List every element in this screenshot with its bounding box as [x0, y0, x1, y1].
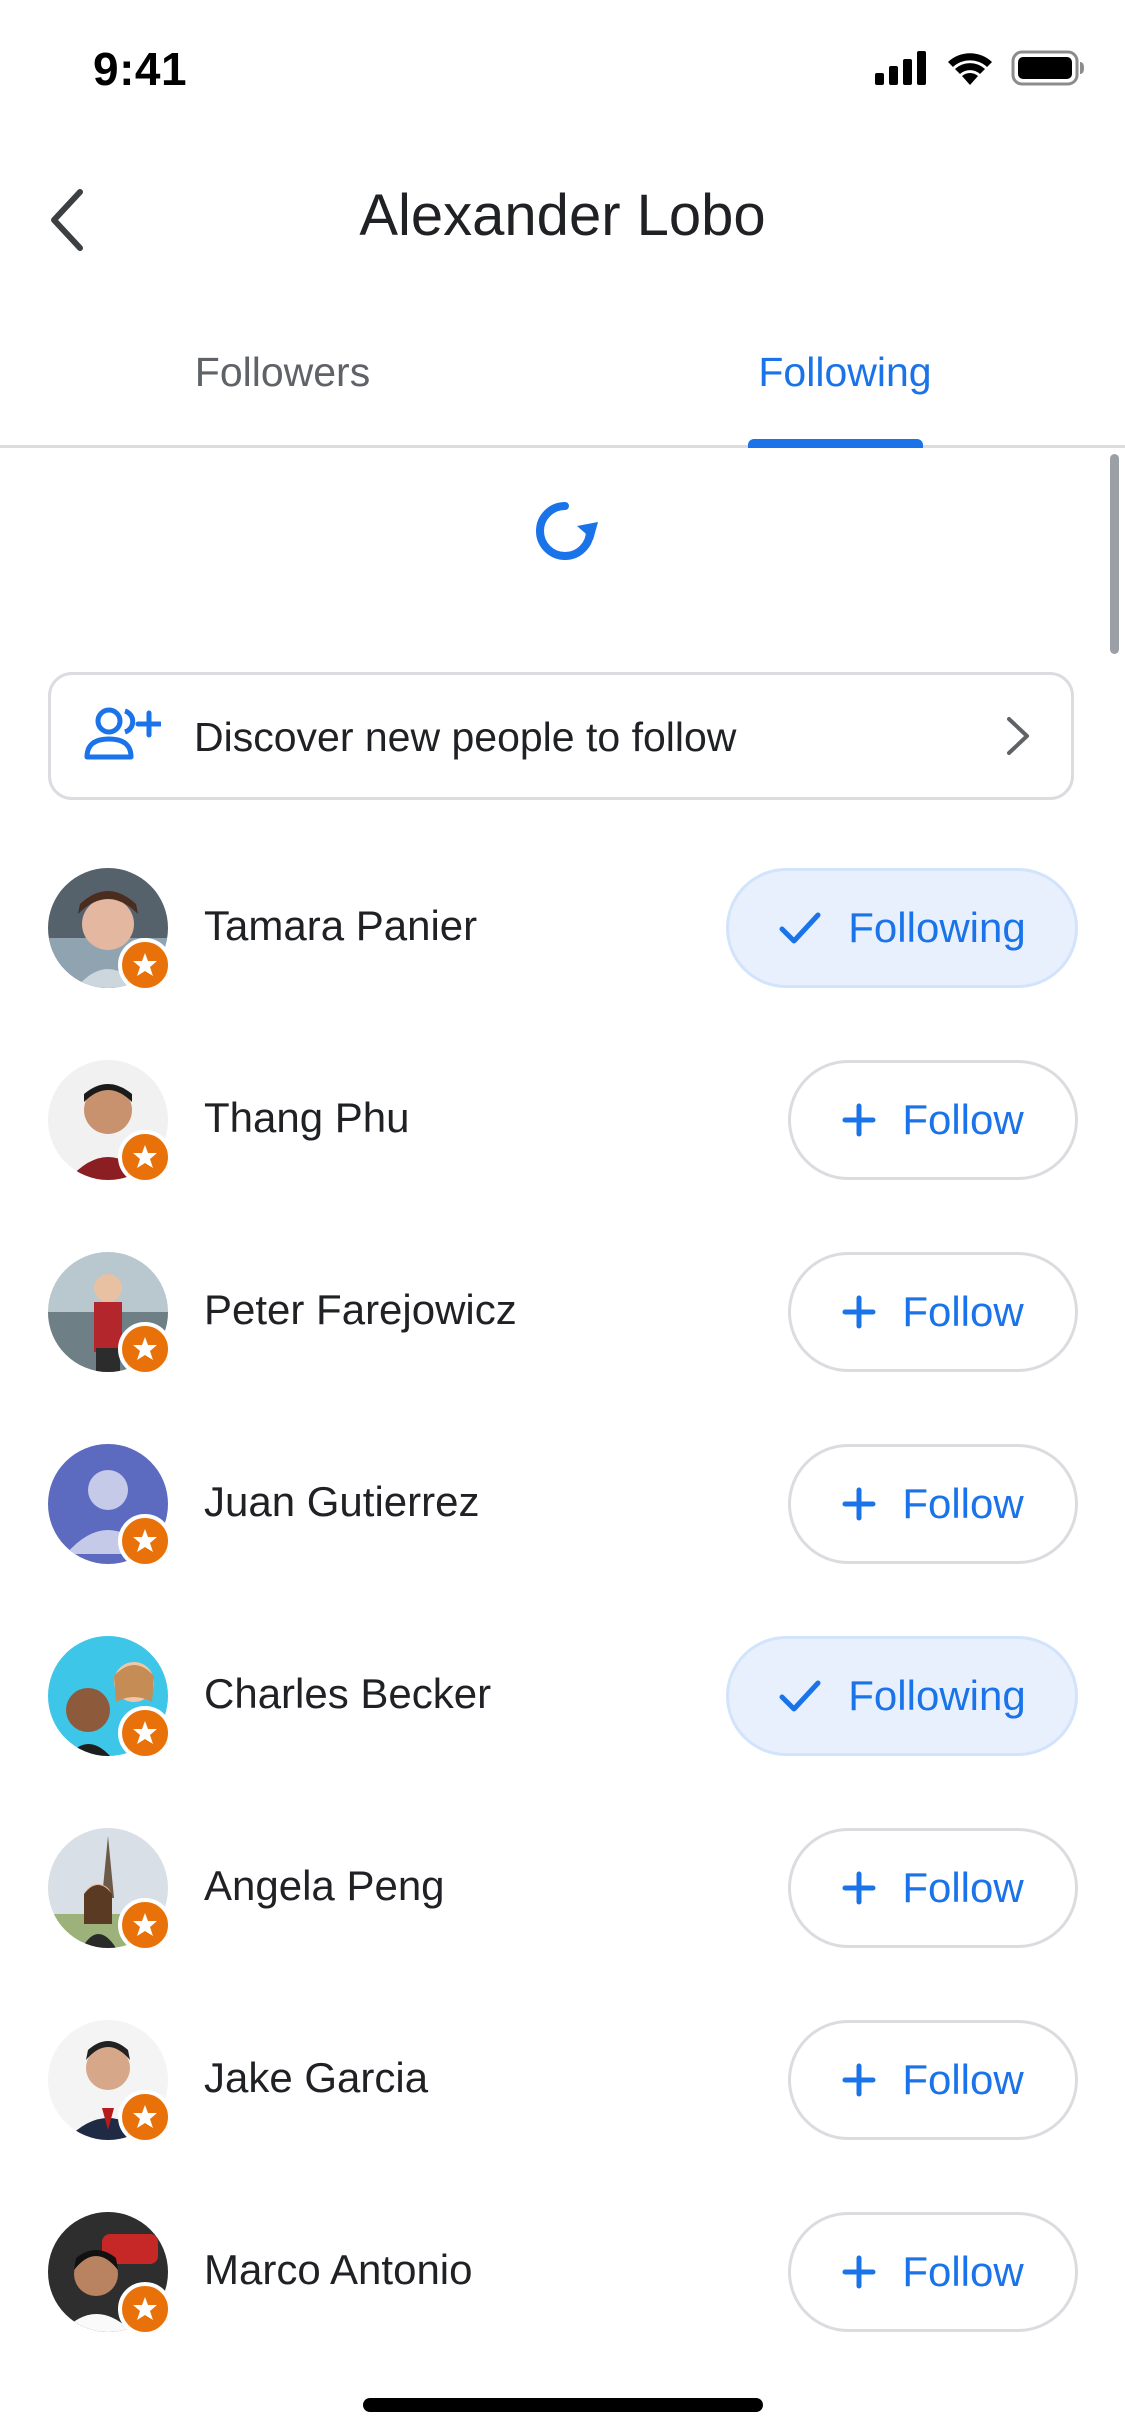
discover-people-button[interactable]: Discover new people to follow: [48, 672, 1074, 800]
follow-button[interactable]: Follow: [788, 2020, 1078, 2140]
follow-button[interactable]: Follow: [788, 2212, 1078, 2332]
page-title: Alexander Lobo: [359, 183, 766, 248]
status-icons: [875, 48, 1085, 88]
plus-icon: [842, 1295, 876, 1329]
app-bar: Alexander Lobo: [0, 140, 1125, 290]
person-name[interactable]: Peter Farejowicz: [204, 1286, 517, 1334]
star-badge-icon: [133, 1529, 157, 1552]
tab-following[interactable]: Following: [565, 300, 1125, 445]
local-guide-badge: [118, 2282, 172, 2336]
list-item[interactable]: Tamara Panier Following: [0, 868, 1125, 1060]
button-label: Follow: [902, 2248, 1024, 2295]
person-name[interactable]: Jake Garcia: [204, 2054, 428, 2102]
home-indicator: [363, 2398, 763, 2412]
following-button[interactable]: Following: [726, 868, 1078, 988]
list-item[interactable]: Juan Gutierrez Follow: [0, 1444, 1125, 1636]
tab-followers[interactable]: Followers: [0, 300, 565, 445]
star-badge-icon: [133, 1913, 157, 1936]
list-item[interactable]: Jake Garcia Follow: [0, 2020, 1125, 2212]
discover-label: Discover new people to follow: [194, 714, 737, 760]
follow-button[interactable]: Follow: [788, 1444, 1078, 1564]
plus-icon: [842, 2063, 876, 2097]
button-label: Following: [848, 904, 1026, 951]
check-icon: [779, 1680, 821, 1712]
person-name[interactable]: Tamara Panier: [204, 902, 477, 950]
list-item[interactable]: Charles Becker Following: [0, 1636, 1125, 1828]
refresh-icon[interactable]: [530, 496, 600, 566]
tab-indicator: [748, 439, 923, 448]
star-badge-icon: [133, 2105, 157, 2128]
check-icon: [779, 912, 821, 944]
add-people-icon: [84, 707, 161, 760]
status-bar: 9:41: [0, 0, 1125, 140]
plus-icon: [842, 2255, 876, 2289]
plus-icon: [842, 1103, 876, 1137]
star-badge-icon: [133, 1145, 157, 1168]
button-label: Follow: [902, 1096, 1024, 1143]
star-badge-icon: [133, 1721, 157, 1744]
button-label: Follow: [902, 2056, 1024, 2103]
chevron-right-icon: [1007, 717, 1029, 755]
local-guide-badge: [118, 938, 172, 992]
status-time: 9:41: [93, 43, 188, 95]
button-label: Follow: [902, 1864, 1024, 1911]
local-guide-badge: [118, 1514, 172, 1568]
local-guide-badge: [118, 1706, 172, 1760]
local-guide-badge: [118, 1130, 172, 1184]
button-label: Follow: [902, 1480, 1024, 1527]
plus-icon: [842, 1487, 876, 1521]
button-label: Follow: [902, 1288, 1024, 1335]
following-button[interactable]: Following: [726, 1636, 1078, 1756]
local-guide-badge: [118, 1898, 172, 1952]
person-name[interactable]: Thang Phu: [204, 1094, 410, 1142]
plus-icon: [842, 1871, 876, 1905]
scrollbar[interactable]: [1110, 454, 1119, 654]
list-item[interactable]: Peter Farejowicz Follow: [0, 1252, 1125, 1444]
button-label: Following: [848, 1672, 1026, 1719]
star-badge-icon: [133, 953, 157, 976]
list-item[interactable]: Angela Peng Follow: [0, 1828, 1125, 2020]
person-name[interactable]: Charles Becker: [204, 1670, 491, 1718]
list-item[interactable]: Thang Phu Follow: [0, 1060, 1125, 1252]
person-name[interactable]: Juan Gutierrez: [204, 1478, 479, 1526]
signal-icon: [875, 51, 926, 85]
list-item[interactable]: Marco Antonio Follow: [0, 2212, 1125, 2404]
battery-icon: [1011, 50, 1084, 86]
wifi-icon: [948, 53, 992, 85]
local-guide-badge: [118, 1322, 172, 1376]
follow-button[interactable]: Follow: [788, 1060, 1078, 1180]
tab-bar: Followers Following: [0, 300, 1125, 448]
follow-button[interactable]: Follow: [788, 1252, 1078, 1372]
star-badge-icon: [133, 2297, 157, 2320]
person-name[interactable]: Marco Antonio: [204, 2246, 473, 2294]
follow-button[interactable]: Follow: [788, 1828, 1078, 1948]
star-badge-icon: [133, 1337, 157, 1360]
local-guide-badge: [118, 2090, 172, 2144]
person-name[interactable]: Angela Peng: [204, 1862, 445, 1910]
